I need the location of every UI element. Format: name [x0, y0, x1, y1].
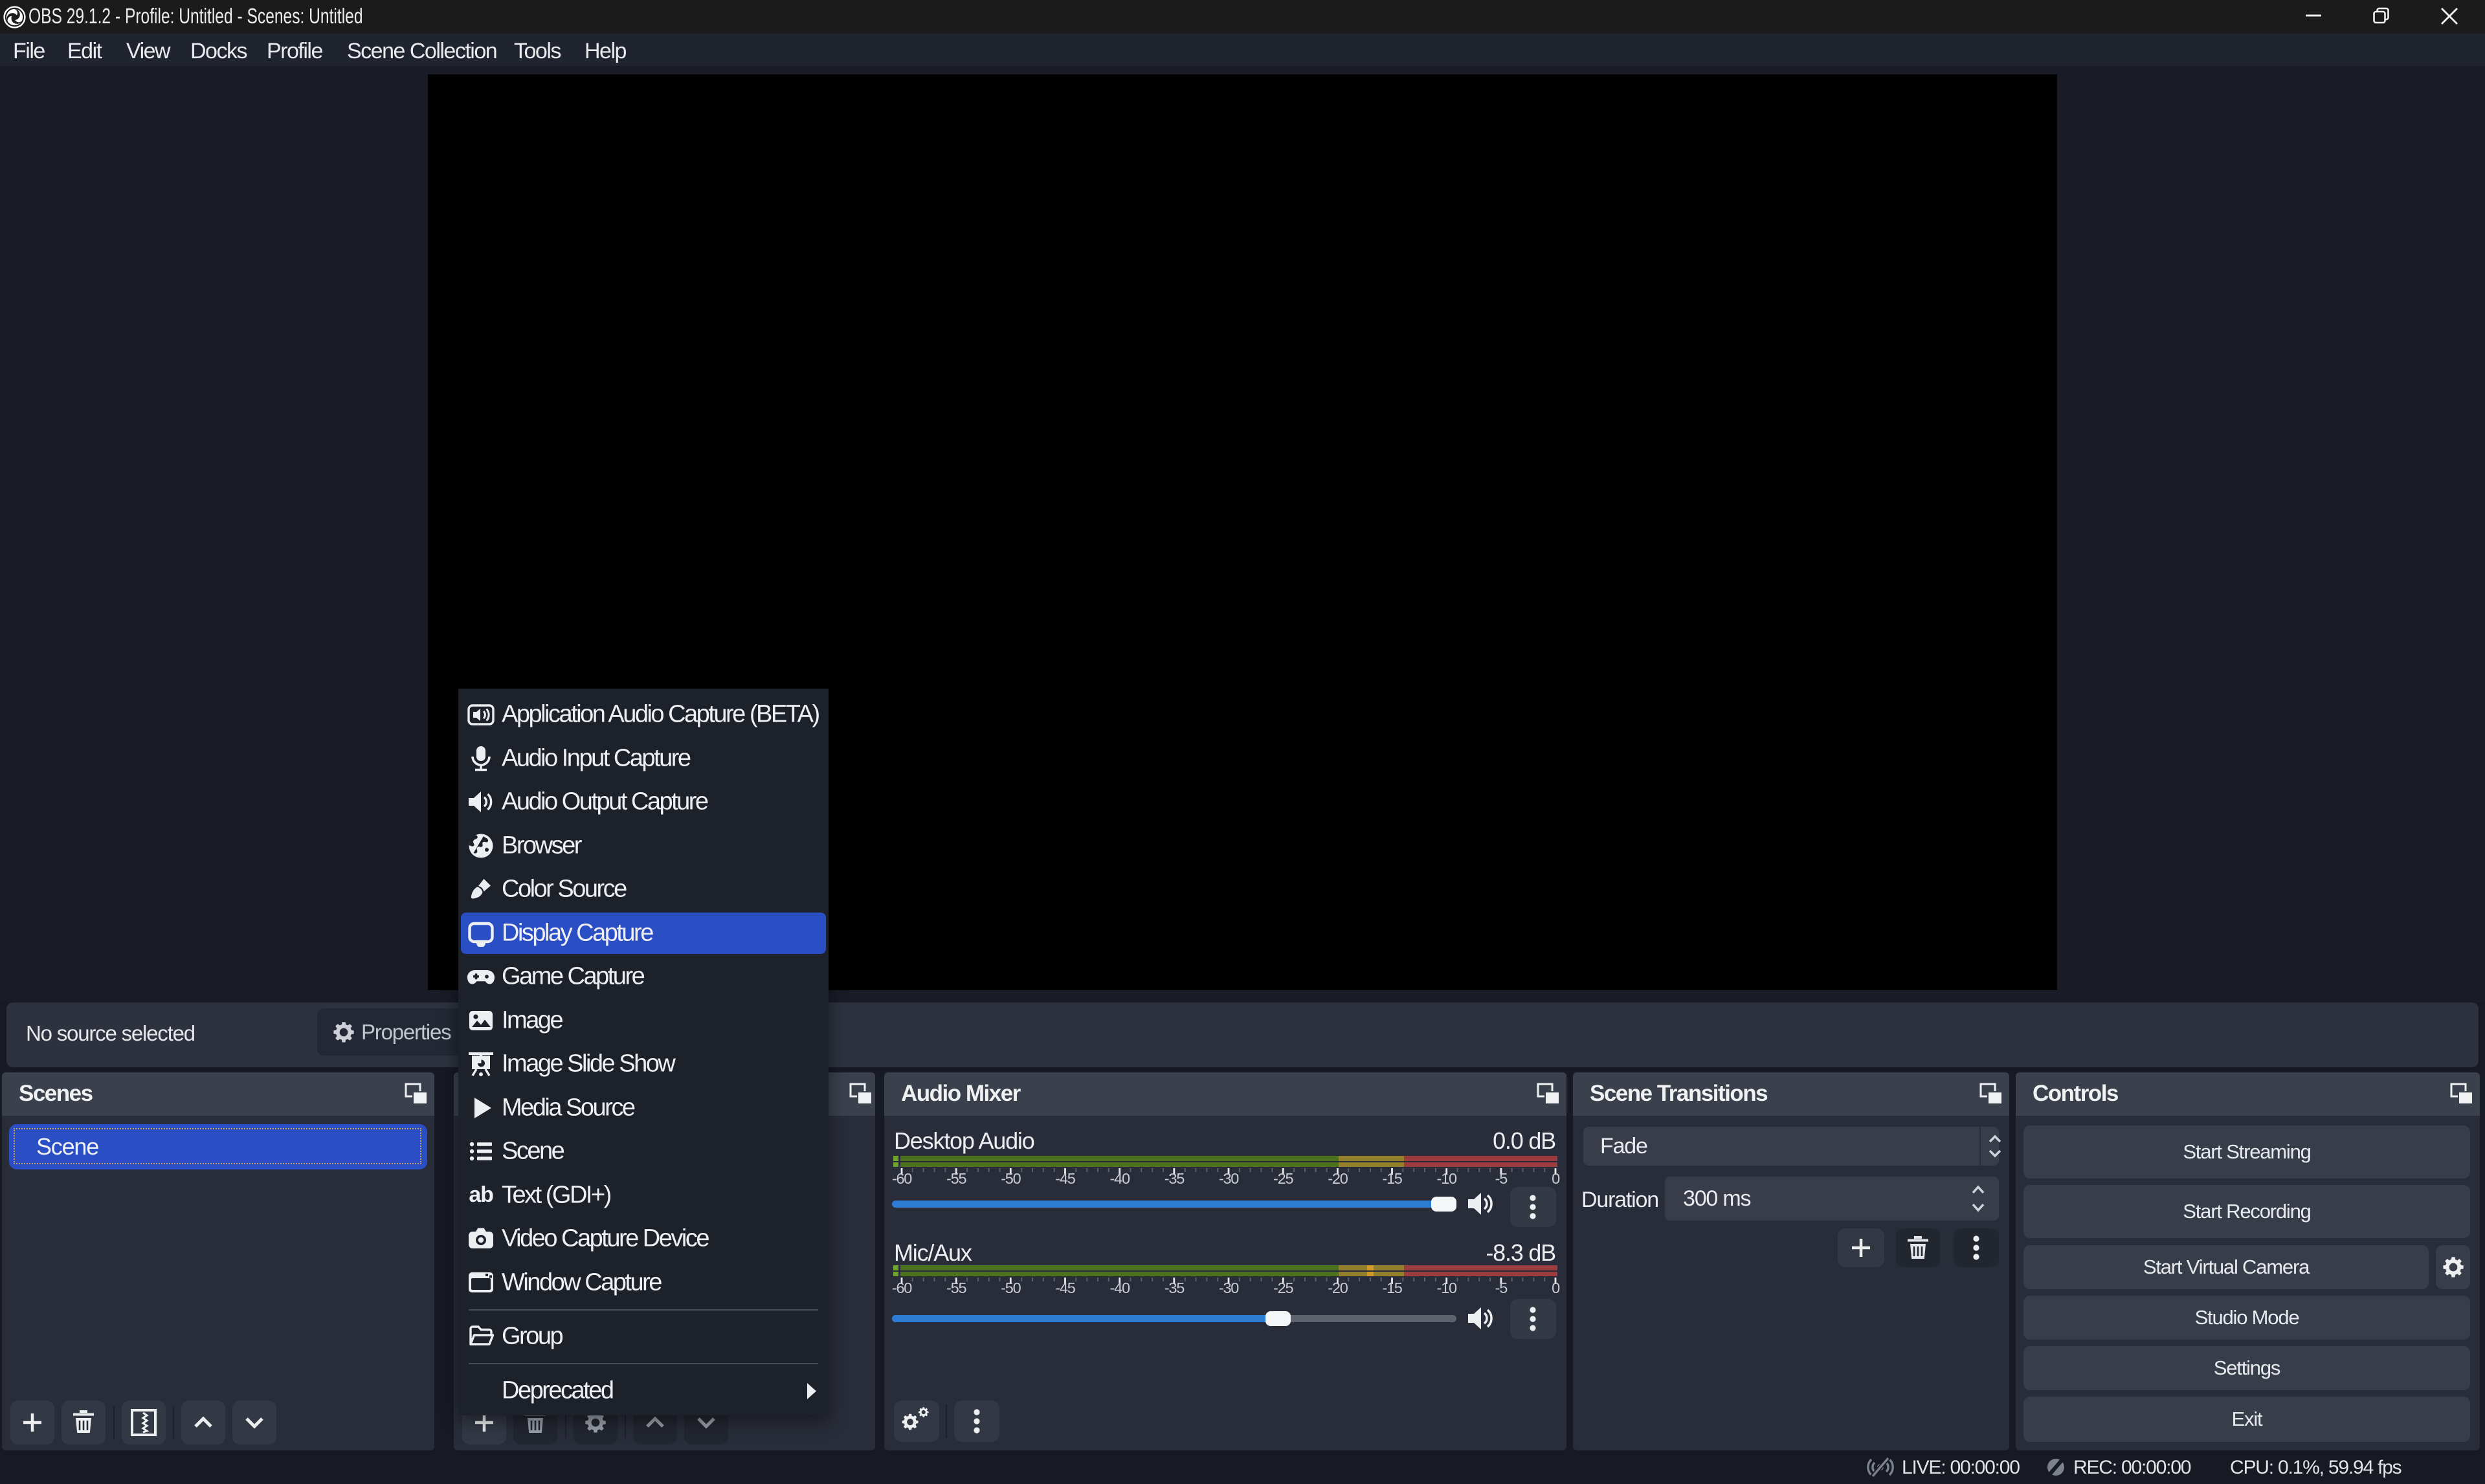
svg-text:-40: -40: [1110, 1279, 1130, 1296]
svg-text:0: 0: [1552, 1279, 1560, 1296]
svg-text:-15: -15: [1382, 1170, 1402, 1187]
svg-text:-5: -5: [1495, 1279, 1508, 1296]
svg-text:0: 0: [1552, 1170, 1560, 1187]
svg-text:-10: -10: [1437, 1170, 1457, 1187]
svg-text:-45: -45: [1055, 1170, 1075, 1187]
svg-text:-55: -55: [946, 1279, 966, 1296]
svg-text:-40: -40: [1110, 1170, 1130, 1187]
svg-text:-15: -15: [1382, 1279, 1402, 1296]
svg-text:-55: -55: [946, 1170, 966, 1187]
svg-text:ab: ab: [469, 1182, 493, 1207]
svg-text:-5: -5: [1495, 1170, 1508, 1187]
svg-text:-20: -20: [1328, 1279, 1348, 1296]
svg-text:-25: -25: [1273, 1279, 1293, 1296]
svg-text:-35: -35: [1164, 1170, 1185, 1187]
svg-text:-20: -20: [1328, 1170, 1348, 1187]
svg-text:-45: -45: [1055, 1279, 1075, 1296]
svg-text:-30: -30: [1219, 1170, 1239, 1187]
svg-text:-10: -10: [1437, 1279, 1457, 1296]
svg-text:-50: -50: [1001, 1170, 1021, 1187]
svg-text:-30: -30: [1219, 1279, 1239, 1296]
svg-text:-60: -60: [892, 1170, 912, 1187]
svg-text:-60: -60: [892, 1279, 912, 1296]
svg-text:-50: -50: [1001, 1279, 1021, 1296]
svg-text:-35: -35: [1164, 1279, 1185, 1296]
svg-text:-25: -25: [1273, 1170, 1293, 1187]
